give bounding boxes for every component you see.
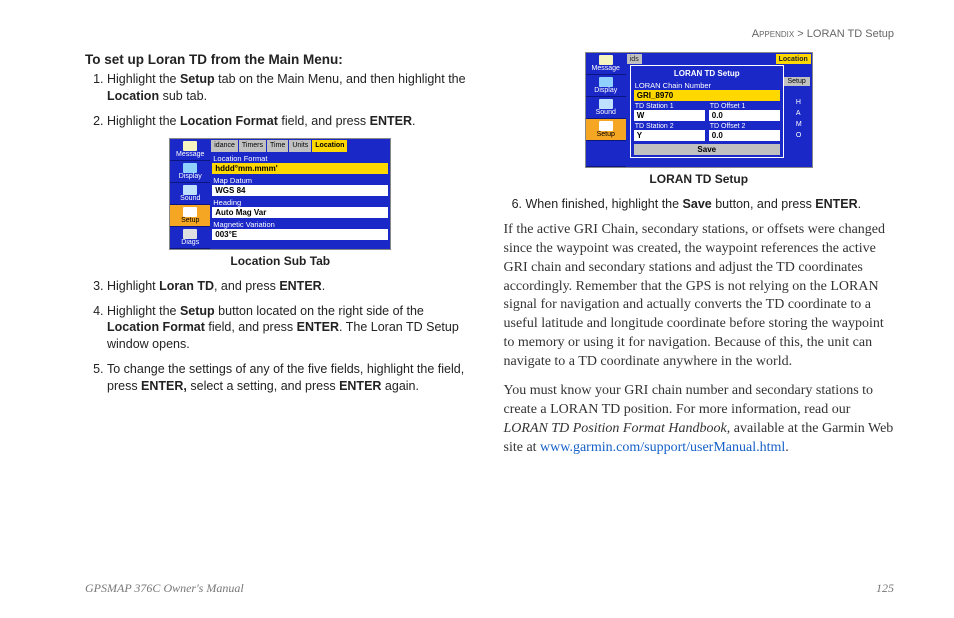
- steps-list-6: When finished, highlight the Save button…: [504, 196, 895, 213]
- sidebar2-display[interactable]: Display: [586, 75, 626, 97]
- tab-units[interactable]: Units: [289, 140, 311, 152]
- map-datum-field[interactable]: WGS 84: [212, 185, 388, 196]
- right-column: Message Display Sound Setup ids Location…: [504, 52, 895, 468]
- sidebar-item-setup[interactable]: Setup: [170, 205, 210, 227]
- setup-side-button[interactable]: Setup: [783, 77, 809, 86]
- save-button[interactable]: Save: [634, 144, 780, 155]
- tab-time[interactable]: Time: [267, 140, 288, 152]
- diags-icon: [183, 229, 197, 239]
- heading-label: Heading: [211, 197, 389, 207]
- left-column: To set up Loran TD from the Main Menu: H…: [85, 52, 476, 468]
- td1-offset-label: TD Offset 1: [708, 102, 781, 110]
- paragraph-2: You must know your GRI chain number and …: [504, 382, 895, 458]
- tab2-location[interactable]: Location: [776, 54, 811, 64]
- tab2-ids[interactable]: ids: [627, 54, 642, 64]
- td2-station-label: TD Station 2: [633, 122, 706, 130]
- sidebar-item-diags[interactable]: Diags: [170, 227, 210, 249]
- footer-title: GPSMAP 376C Owner's Manual: [85, 581, 244, 596]
- sound-icon: [599, 99, 613, 109]
- breadcrumb-section: Appendix >: [752, 28, 804, 40]
- step-4: Highlight the Setup button located on th…: [107, 303, 476, 354]
- sidebar-item-display[interactable]: Display: [170, 161, 210, 183]
- sidebar2-message[interactable]: Message: [586, 53, 626, 75]
- location-format-field[interactable]: hddd°mm.mmm': [212, 163, 388, 174]
- steps-list: Highlight the Setup tab on the Main Menu…: [85, 71, 476, 130]
- td2-offset-field[interactable]: 0.0: [709, 130, 780, 141]
- location-format-label: Location Format: [211, 153, 389, 163]
- footer: GPSMAP 376C Owner's Manual 125: [85, 581, 894, 596]
- steps-list-cont: Highlight Loran TD, and press ENTER. Hig…: [85, 278, 476, 395]
- breadcrumb-page: LORAN TD Setup: [807, 28, 894, 40]
- screenshot1-caption: Location Sub Tab: [85, 254, 476, 268]
- step-2: Highlight the Location Format field, and…: [107, 113, 476, 130]
- location-subtab-screenshot: Message Display Sound Setup Diags idance…: [169, 138, 391, 250]
- message-icon: [599, 55, 613, 65]
- device-sidebar: Message Display Sound Setup Diags: [170, 139, 210, 249]
- td2-offset-label: TD Offset 2: [708, 122, 781, 130]
- step-6: When finished, highlight the Save button…: [526, 196, 895, 213]
- tab-guidance[interactable]: idance: [211, 140, 238, 152]
- setup-icon: [599, 121, 613, 131]
- step-1: Highlight the Setup tab on the Main Menu…: [107, 71, 476, 105]
- tab-timers[interactable]: Timers: [239, 140, 266, 152]
- display-icon: [599, 77, 613, 87]
- breadcrumb: Appendix > LORAN TD Setup: [752, 28, 894, 40]
- screenshot2-caption: LORAN TD Setup: [504, 172, 895, 186]
- device-main: idance Timers Time Units Location Locati…: [210, 139, 390, 249]
- device2-sidebar: Message Display Sound Setup: [586, 53, 626, 167]
- tab-row-2: ids Location: [626, 53, 812, 64]
- heading-field[interactable]: Auto Mag Var: [212, 207, 388, 218]
- loran-setup-screenshot: Message Display Sound Setup ids Location…: [585, 52, 813, 168]
- paragraph-1: If the active GRI Chain, secondary stati…: [504, 221, 895, 372]
- map-datum-label: Map Datum: [211, 175, 389, 185]
- td1-station-label: TD Station 1: [633, 102, 706, 110]
- message-icon: [183, 141, 197, 151]
- chain-label: LORAN Chain Number: [633, 80, 781, 90]
- garmin-link[interactable]: www.garmin.com/support/userManual.html: [540, 440, 785, 455]
- sidebar2-setup[interactable]: Setup: [586, 119, 626, 141]
- sidebar-item-sound[interactable]: Sound: [170, 183, 210, 205]
- step-3: Highlight Loran TD, and press ENTER.: [107, 278, 476, 295]
- hamo-strip: H A M O: [796, 97, 802, 141]
- loran-popup: LORAN TD Setup LORAN Chain Number GRI_89…: [630, 65, 784, 158]
- tab-location[interactable]: Location: [312, 140, 347, 152]
- popup-title: LORAN TD Setup: [633, 68, 781, 80]
- td1-station-field[interactable]: W: [634, 110, 705, 121]
- section-title: To set up Loran TD from the Main Menu:: [85, 52, 476, 67]
- td2-station-field[interactable]: Y: [634, 130, 705, 141]
- td1-offset-field[interactable]: 0.0: [709, 110, 780, 121]
- display-icon: [183, 163, 197, 173]
- sidebar2-sound[interactable]: Sound: [586, 97, 626, 119]
- sound-icon: [183, 185, 197, 195]
- sidebar-item-message[interactable]: Message: [170, 139, 210, 161]
- sidebar2-extra: [586, 141, 626, 167]
- setup-icon: [183, 207, 197, 217]
- chain-field[interactable]: GRI_8970: [634, 90, 780, 101]
- tab-row: idance Timers Time Units Location: [210, 139, 390, 152]
- page-number: 125: [876, 581, 894, 596]
- device2-main: ids Location Setup H A M O LORAN TD Setu…: [626, 53, 812, 167]
- magvar-field[interactable]: 003°E: [212, 229, 388, 240]
- step-5: To change the settings of any of the fiv…: [107, 361, 476, 395]
- magvar-label: Magnetic Variation: [211, 219, 389, 229]
